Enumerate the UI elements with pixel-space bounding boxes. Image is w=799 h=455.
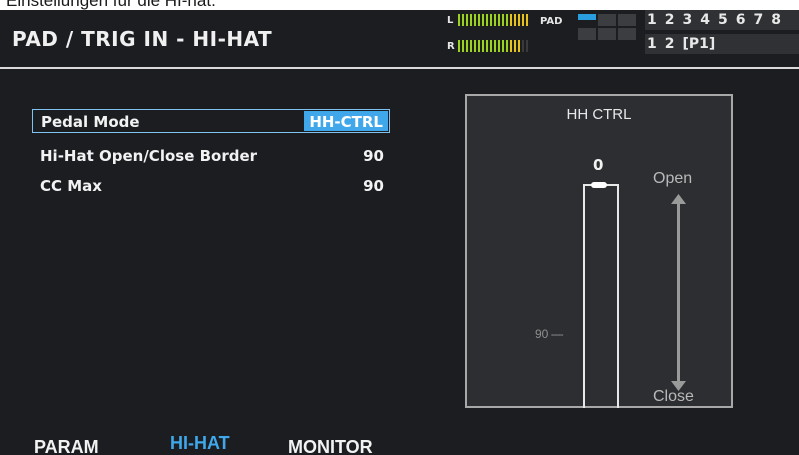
meter-segment [518,40,520,52]
meter-segment [490,40,492,52]
meter-segment [478,14,480,26]
meter-segment [482,14,484,26]
bank-number: 2 [664,12,675,28]
bank-number: 1 [647,12,657,28]
caption-text: Einstellungen für die HI-hat. [6,0,216,10]
open-close-arrow [677,202,680,384]
bank-number: 4 [700,12,710,28]
tab-hi-hat-label: HI-HAT [170,433,230,453]
bank-number: 2 [664,36,675,52]
pad-cell-active [578,14,596,20]
meter-segment [498,40,500,52]
meter-right-label: R [447,41,455,52]
meter-segment [506,40,508,52]
pad-label: PAD [540,16,563,27]
meter-segment [474,40,476,52]
meter-segment [510,40,512,52]
meter-segment [458,40,460,52]
pad-cell [598,14,616,26]
meter-segment [522,40,524,52]
meter-segment [498,14,500,26]
gauge-left-rail [583,184,585,408]
meter-segment [494,40,496,52]
param-label: Hi-Hat Open/Close Border [40,147,258,165]
meter-segment [478,40,480,52]
meter-segment [474,14,476,26]
param-value-highlighted: HH-CTRL [304,111,388,131]
meter-segment [482,40,484,52]
param-value: 90 [363,147,384,165]
header-bar: PAD / TRIG IN - HI-HAT L R PAD 1 2 3 4 5… [0,10,799,69]
meter-segment [462,14,464,26]
tab-monitor[interactable]: MONITOR [288,437,373,455]
meter-segment [514,14,516,26]
pad-cell [618,14,636,26]
param-label: CC Max [40,177,102,195]
meter-segment [494,14,496,26]
pad-cell [598,28,616,40]
meter-segment [502,40,504,52]
bank-number: 5 [718,12,728,28]
tab-hi-hat[interactable]: HI-HAT [170,433,230,454]
bank-number: 8 [771,12,781,28]
device-screen: PAD / TRIG IN - HI-HAT L R PAD 1 2 3 4 5… [0,10,799,455]
meter-segment [462,40,464,52]
meter-segment [506,14,508,26]
bank-numbers: 1 2 3 4 5 6 7 8 [645,10,799,30]
param-value: 90 [363,177,384,195]
gauge-right-rail [617,184,619,408]
meter-segment [466,40,468,52]
bank-numbers-row2: 1 2 [P1] [645,34,799,54]
hh-ctrl-panel: HH CTRL 0 90 ---- Open Close [465,94,733,408]
meter-segment [466,14,468,26]
meter-segment [526,14,528,26]
meter-segment [510,14,512,26]
meter-segment [490,14,492,26]
param-row-cc-max[interactable]: CC Max 90 [32,174,390,198]
pad-cell [618,28,636,40]
open-label: Open [653,170,693,187]
pad-cell [578,28,596,40]
param-row-pedal-mode[interactable]: Pedal Mode HH-CTRL [32,109,390,133]
hh-panel-title: HH CTRL [566,106,632,123]
meter-segment [526,40,528,52]
meter-segment [458,14,460,26]
page-title: PAD / TRIG IN - HI-HAT [12,27,273,51]
meter-left-label: L [447,15,454,26]
meter-segment [470,40,472,52]
bank-number: 7 [753,12,764,28]
hh-current-value: 0 [593,156,604,174]
patch-indicator: [P1] [682,36,716,52]
pad-indicator-grid [578,14,636,56]
arrow-up-icon [671,194,686,204]
hh-position-marker [591,182,607,188]
bank-number: 1 [647,36,657,52]
meter-segment [518,14,520,26]
meter-segment [486,14,488,26]
border-threshold-value: 90 [535,327,549,341]
bank-number: 3 [682,12,693,28]
level-meter-left [458,14,528,26]
meter-segment [486,40,488,52]
level-meter-right [458,40,528,52]
param-label: Pedal Mode [41,113,140,131]
meter-segment [514,40,516,52]
meter-segment [522,14,524,26]
meter-segment [470,14,472,26]
param-row-open-close-border[interactable]: Hi-Hat Open/Close Border 90 [32,144,390,168]
close-label: Close [653,388,694,405]
bank-number: 6 [735,12,746,28]
tab-param[interactable]: PARAM [34,437,99,455]
meter-segment [502,14,504,26]
border-threshold-marker: 90 ---- [535,327,564,341]
